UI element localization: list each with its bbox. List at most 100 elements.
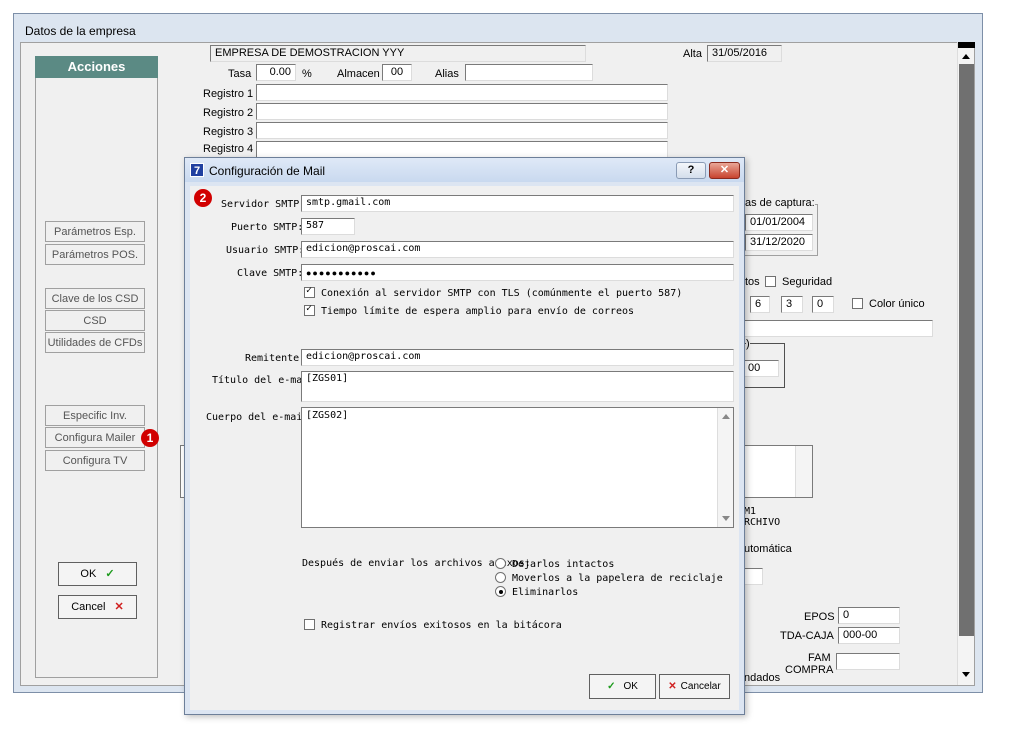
titulo-field[interactable]: [ZGS01] xyxy=(301,371,734,402)
config-tv-button[interactable]: Configura TV xyxy=(45,450,145,471)
registrar-label: Registrar envíos exitosos en la bitácora xyxy=(321,620,562,631)
badge-2: 2 xyxy=(194,189,212,207)
opt3-label: Eliminarlos xyxy=(512,587,579,598)
dialog-close-button[interactable]: ✕ xyxy=(709,162,740,179)
opt1-radio-icon[interactable] xyxy=(495,558,506,569)
opt1-radio[interactable]: Dejarlos intactos xyxy=(495,558,614,570)
epos-field[interactable]: 0 xyxy=(838,607,900,624)
usuario-field[interactable]: edicion@proscai.com xyxy=(301,241,734,258)
outer-ok-button[interactable]: OK ✓ xyxy=(58,562,137,586)
opt3-radio-icon[interactable] xyxy=(495,586,506,597)
seguridad-pre: tos xyxy=(745,276,760,288)
cuerpo-scrollbar[interactable] xyxy=(717,408,733,527)
param-esp-button[interactable]: Parámetros Esp. xyxy=(45,221,145,242)
opt3-radio[interactable]: Eliminarlos xyxy=(495,586,578,598)
config-mailer-button[interactable]: Configura Mailer xyxy=(45,427,145,448)
seguridad-label: Seguridad xyxy=(782,276,833,288)
fecha2-field[interactable]: 31/12/2020 xyxy=(745,234,813,251)
dialog-help-button[interactable]: ? xyxy=(676,162,706,179)
alias-field[interactable] xyxy=(465,64,593,81)
clave-csd-button[interactable]: Clave de los CSD xyxy=(45,288,145,309)
util-cfd-button[interactable]: Utilidades de CFDs xyxy=(45,332,145,353)
remitente-field[interactable]: edicion@proscai.com xyxy=(301,349,734,366)
cuerpo-scroll-up-icon[interactable] xyxy=(722,414,730,419)
tiempo-check-icon[interactable]: ✓ xyxy=(304,303,315,316)
acciones-header: Acciones xyxy=(35,56,158,78)
registrar-checkbox[interactable]: Registrar envíos exitosos en la bitácora xyxy=(304,619,562,631)
scroll-track[interactable] xyxy=(959,64,974,636)
small-field[interactable] xyxy=(743,568,763,585)
wide-field[interactable] xyxy=(743,320,933,337)
compra-label: COMPRA xyxy=(785,664,834,676)
epos-label: EPOS xyxy=(804,611,835,623)
partial-field[interactable]: 00 xyxy=(743,360,779,377)
tls-check-icon[interactable]: ✓ xyxy=(304,285,315,298)
tasa-label: Tasa xyxy=(228,68,252,80)
num2-field[interactable]: 3 xyxy=(781,296,803,313)
tiempo-checkbox[interactable]: ✓ Tiempo límite de espera amplio para env… xyxy=(304,303,634,317)
registro3-label: Registro 3 xyxy=(203,126,254,138)
seguridad-checkbox[interactable]: Seguridad xyxy=(765,276,832,288)
dialog-cancel-button[interactable]: ✕ Cancelar xyxy=(659,674,730,699)
partial-group-label: ) xyxy=(746,338,750,350)
servidor-field[interactable]: smtp.gmail.com xyxy=(301,195,734,212)
clave-field[interactable]: ●●●●●●●●●●● xyxy=(301,264,734,281)
fam-label: FAM xyxy=(808,652,831,664)
registro3-field[interactable] xyxy=(256,122,668,139)
archivo-text: RCHIVO xyxy=(744,517,781,528)
csd-button[interactable]: CSD xyxy=(45,310,145,331)
registro2-label: Registro 2 xyxy=(203,107,254,119)
scroll-thumb[interactable] xyxy=(958,42,975,48)
dialog-x-icon: ✕ xyxy=(668,681,677,692)
cuerpo-scroll-down-icon[interactable] xyxy=(722,516,730,521)
num1-field[interactable]: 6 xyxy=(750,296,770,313)
especific-inv-button[interactable]: Especific Inv. xyxy=(45,405,145,426)
dialog-ok-button[interactable]: ✓ OK xyxy=(589,674,656,699)
scroll-up-icon[interactable] xyxy=(962,54,970,59)
almacen-label: Almacen xyxy=(337,68,380,80)
color-unico-check-box[interactable] xyxy=(852,298,863,309)
scroll-down-icon[interactable] xyxy=(962,672,970,677)
automatica-label: utomática xyxy=(744,543,792,555)
cancel-label: Cancel xyxy=(71,601,106,613)
dialog-cancel-label: Cancelar xyxy=(680,681,721,692)
registro4-field[interactable] xyxy=(256,141,668,158)
num3-field[interactable]: 0 xyxy=(812,296,834,313)
outer-window-title: Datos de la empresa xyxy=(25,24,136,38)
cuerpo-textarea[interactable]: [ZGS02] xyxy=(301,407,734,528)
registrar-check-box[interactable] xyxy=(304,619,315,630)
seguridad-check-box[interactable] xyxy=(765,276,776,287)
ok-label: OK xyxy=(80,568,97,580)
tls-checkbox[interactable]: ✓ Conexión al servidor SMTP con TLS (comú… xyxy=(304,285,682,299)
opt2-label: Moverlos a la papelera de reciclaje xyxy=(512,573,723,584)
dialog-title: Configuración de Mail xyxy=(209,164,326,178)
outer-cancel-button[interactable]: Cancel ✕ xyxy=(58,595,137,619)
tasa-field[interactable]: 0.00 xyxy=(256,64,296,81)
param-pos-button[interactable]: Parámetros POS. xyxy=(45,244,145,265)
tdacaja-label: TDA-CAJA xyxy=(780,630,834,642)
check-icon: ✓ xyxy=(105,568,115,580)
servidor-label: Servidor SMTP: xyxy=(221,199,306,210)
m1-text: M1 xyxy=(744,506,757,517)
dialog-app-icon: 7 xyxy=(190,163,204,177)
empresa-field[interactable]: EMPRESA DE DEMOSTRACION YYY xyxy=(210,45,586,62)
opt2-radio[interactable]: Moverlos a la papelera de reciclaje xyxy=(495,572,723,584)
opt1-label: Dejarlos intactos xyxy=(512,559,615,570)
registro1-field[interactable] xyxy=(256,84,668,101)
tdacaja-field[interactable]: 000-00 xyxy=(838,627,900,644)
almacen-field[interactable]: 00 xyxy=(382,64,412,81)
registro2-field[interactable] xyxy=(256,103,668,120)
alta-field[interactable]: 31/05/2016 xyxy=(707,45,782,62)
outer-textarea-scroll[interactable] xyxy=(795,446,812,497)
fam-field[interactable] xyxy=(836,653,900,670)
alta-label: Alta xyxy=(683,48,702,60)
puerto-field[interactable]: 587 xyxy=(301,218,355,235)
color-unico-label: Color único xyxy=(869,298,925,310)
outer-scrollbar[interactable] xyxy=(957,42,975,685)
opt2-radio-icon[interactable] xyxy=(495,572,506,583)
color-unico-checkbox[interactable]: Color único xyxy=(852,298,925,310)
fecha1-field[interactable]: 01/01/2004 xyxy=(745,214,813,231)
remitente-label: Remitente: xyxy=(245,353,306,364)
usuario-label: Usuario SMTP: xyxy=(226,245,305,256)
cuerpo-label: Cuerpo del e-mail: xyxy=(206,412,315,423)
